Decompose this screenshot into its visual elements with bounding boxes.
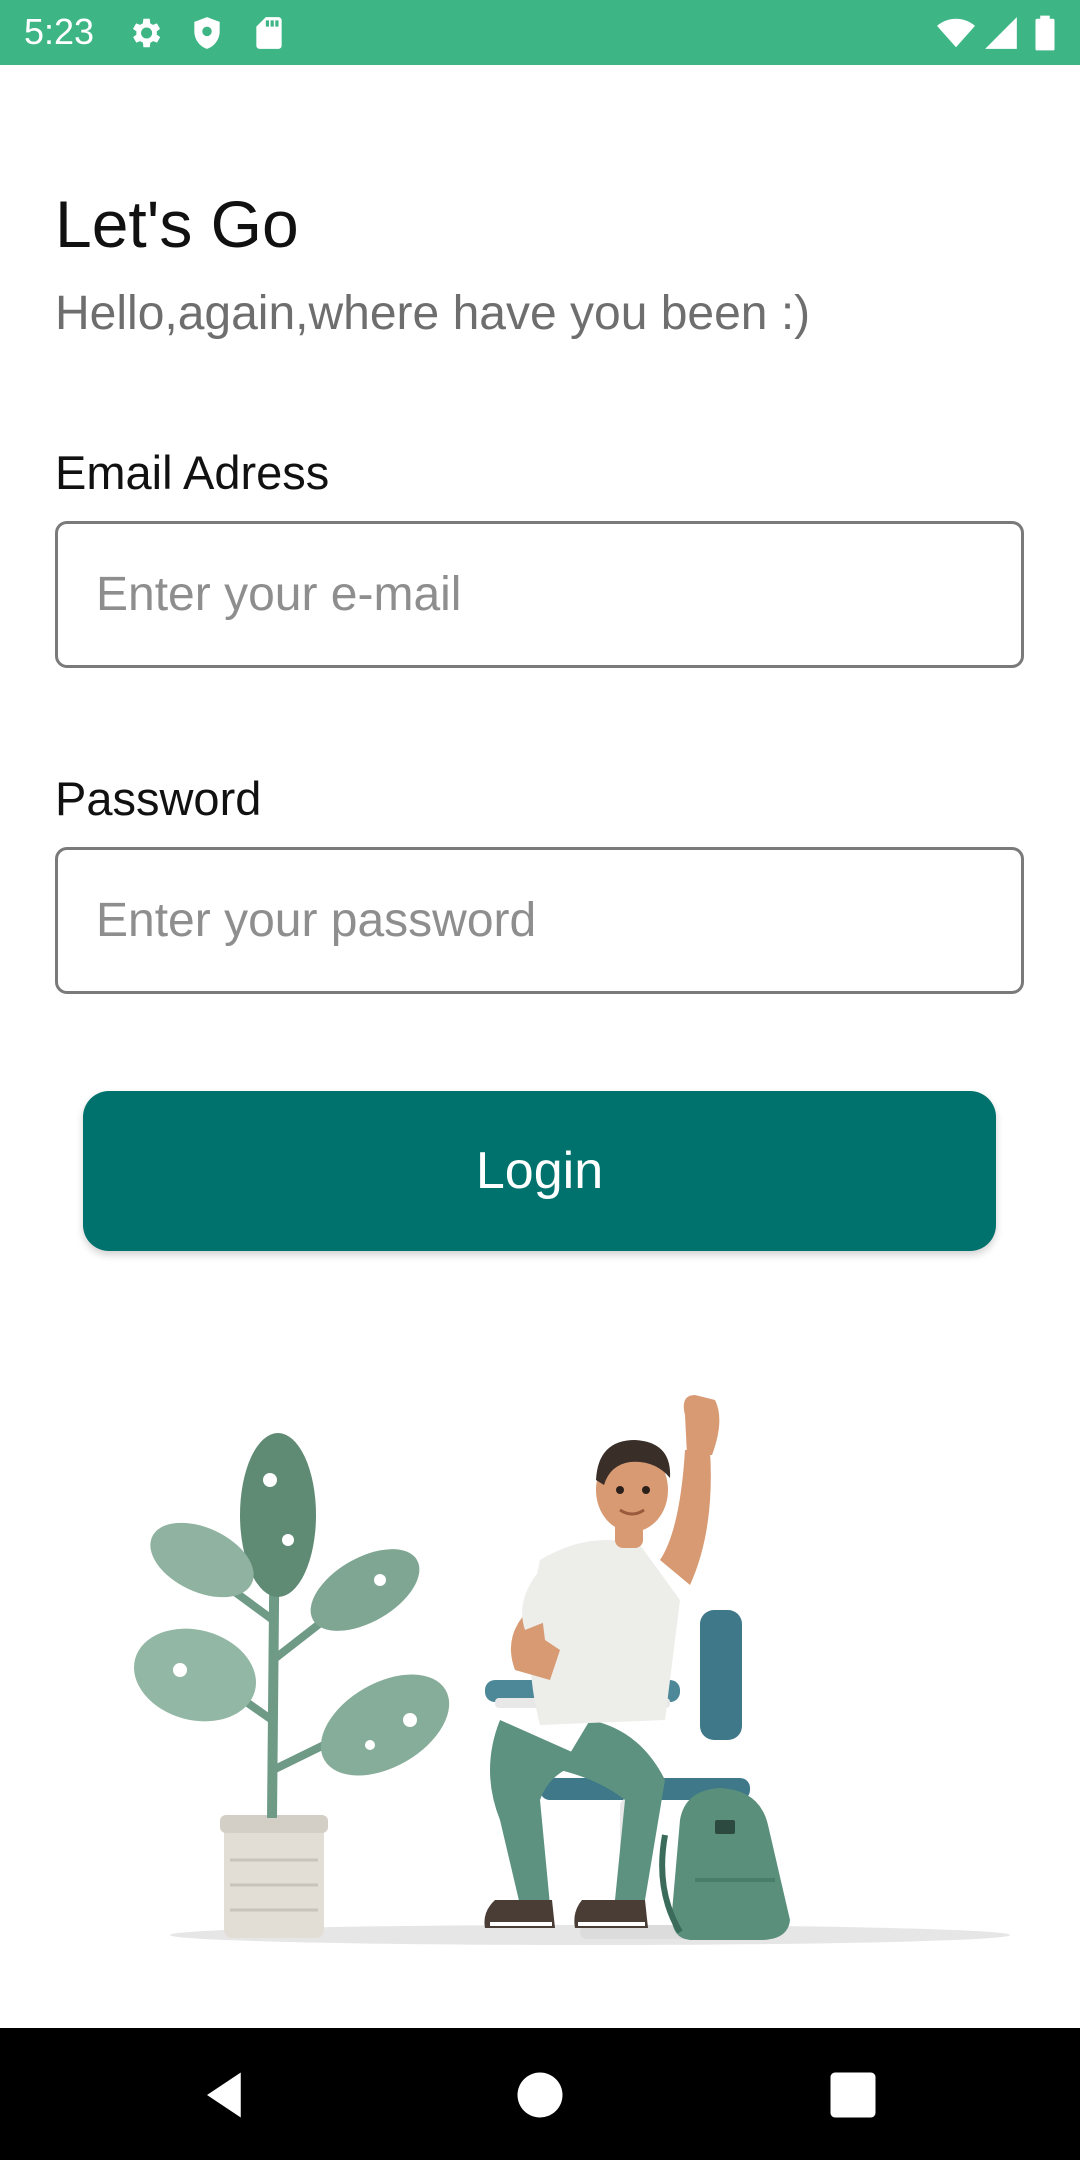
shield-icon — [188, 14, 226, 52]
password-label: Password — [55, 772, 262, 825]
password-input[interactable] — [96, 850, 976, 991]
password-field-box[interactable] — [55, 847, 1024, 994]
navigation-bar — [0, 2028, 1080, 2160]
email-label: Email Adress — [55, 446, 330, 499]
backpack-illustration — [659, 1788, 790, 1940]
home-icon[interactable] — [513, 2068, 567, 2122]
email-field-box[interactable] — [55, 521, 1024, 668]
back-icon[interactable] — [198, 2068, 252, 2122]
signal-icon — [982, 14, 1020, 52]
login-button[interactable]: Login — [83, 1091, 996, 1251]
battery-icon — [1030, 14, 1060, 52]
status-time: 5:23 — [24, 11, 95, 52]
sd-card-icon — [250, 14, 288, 52]
plant-illustration — [133, 1433, 450, 1938]
person-with-plant-illustration — [120, 1300, 1060, 1960]
email-input[interactable] — [96, 524, 976, 665]
status-bar: 5:23 — [0, 0, 1080, 65]
login-screen: 5:23 Let's Go Hello,again,where have you… — [0, 0, 1080, 2160]
page-subtitle: Hello,again,where have you been :) — [55, 287, 811, 340]
page-title: Let's Go — [55, 187, 299, 261]
wifi-icon — [934, 14, 978, 52]
recents-icon[interactable] — [826, 2068, 880, 2122]
gear-icon — [126, 14, 164, 52]
